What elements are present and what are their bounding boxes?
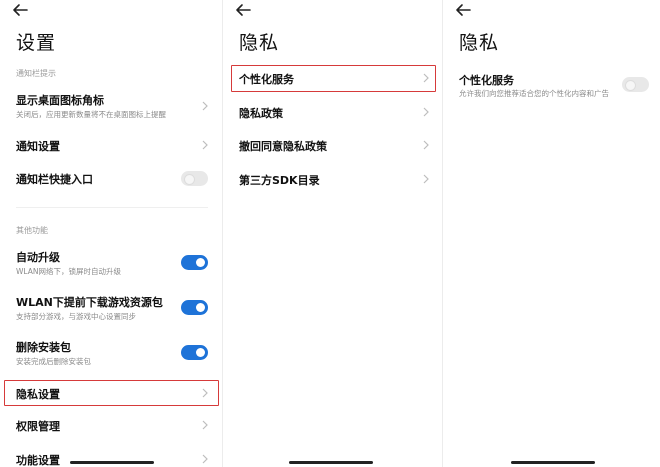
divider bbox=[16, 207, 208, 208]
settings-item-badge[interactable]: 显示桌面图标角标 关闭后，应用更新数量将不在桌面图标上提醒 bbox=[0, 92, 220, 122]
privacy-item-policy[interactable]: 隐私政策 bbox=[223, 104, 441, 120]
arrow-left-icon[interactable] bbox=[455, 3, 471, 17]
settings-item-privacy[interactable]: 隐私设置 bbox=[0, 385, 220, 401]
auto-update-toggle[interactable] bbox=[181, 255, 208, 270]
privacy-screen: 隐私 个性化服务 隐私政策 撤回同意隐私政策 第三方SDK目录 bbox=[222, 0, 441, 467]
item-subtitle: 支持部分游戏，与游戏中心设置同步 bbox=[16, 312, 136, 321]
privacy-item-revoke[interactable]: 撤回同意隐私政策 bbox=[223, 137, 441, 153]
chevron-right-icon bbox=[423, 174, 429, 184]
item-label: 通知栏快捷入口 bbox=[16, 173, 93, 186]
toggle-knob bbox=[625, 80, 636, 91]
chevron-right-icon bbox=[202, 388, 208, 398]
item-label: 通知设置 bbox=[16, 140, 60, 153]
home-indicator bbox=[70, 461, 154, 464]
toggle-knob bbox=[196, 348, 205, 357]
personalization-screen: 隐私 个性化服务 允许我们向您推荐适合您的个性化内容和广告 bbox=[442, 0, 660, 467]
settings-item-permissions[interactable]: 权限管理 bbox=[0, 417, 220, 433]
settings-item-predownload: WLAN下提前下载游戏资源包 支持部分游戏，与游戏中心设置同步 bbox=[0, 294, 220, 324]
section-header-notifications: 通知栏提示 bbox=[16, 69, 56, 78]
toggle-knob bbox=[196, 258, 205, 267]
arrow-left-icon[interactable] bbox=[12, 3, 28, 17]
chevron-right-icon bbox=[202, 140, 208, 150]
item-label: 功能设置 bbox=[16, 454, 60, 467]
personalization-item: 个性化服务 允许我们向您推荐适合您的个性化内容和广告 bbox=[443, 72, 660, 100]
home-indicator bbox=[289, 461, 373, 464]
delete-package-toggle[interactable] bbox=[181, 345, 208, 360]
settings-item-delete-package: 删除安装包 安装完成后删除安装包 bbox=[0, 339, 220, 369]
toggle-knob bbox=[196, 303, 205, 312]
item-subtitle: 安装完成后删除安装包 bbox=[16, 357, 91, 366]
chevron-right-icon bbox=[423, 73, 429, 83]
personalization-toggle[interactable] bbox=[622, 77, 649, 92]
item-label: 显示桌面图标角标 bbox=[16, 94, 104, 107]
toggle-knob bbox=[184, 174, 195, 185]
item-label: WLAN下提前下载游戏资源包 bbox=[16, 296, 163, 309]
item-subtitle: 关闭后，应用更新数量将不在桌面图标上提醒 bbox=[16, 110, 166, 119]
privacy-item-personalization[interactable]: 个性化服务 bbox=[223, 70, 441, 86]
item-subtitle: WLAN网络下，锁屏时自动升级 bbox=[16, 267, 122, 276]
shortcut-toggle[interactable] bbox=[181, 171, 208, 186]
privacy-item-sdk[interactable]: 第三方SDK目录 bbox=[223, 171, 441, 187]
page-title: 设置 bbox=[16, 32, 57, 54]
settings-item-shortcut: 通知栏快捷入口 bbox=[0, 170, 220, 186]
chevron-right-icon bbox=[423, 140, 429, 150]
chevron-right-icon bbox=[423, 107, 429, 117]
item-label: 隐私设置 bbox=[16, 388, 60, 401]
item-label: 权限管理 bbox=[16, 420, 60, 433]
screenshot-stage: 设置 通知栏提示 显示桌面图标角标 关闭后，应用更新数量将不在桌面图标上提醒 通… bbox=[0, 0, 660, 467]
settings-item-auto-update: 自动升级 WLAN网络下，锁屏时自动升级 bbox=[0, 249, 220, 279]
settings-item-notifications[interactable]: 通知设置 bbox=[0, 137, 220, 153]
item-label: 撤回同意隐私政策 bbox=[239, 140, 327, 153]
predownload-toggle[interactable] bbox=[181, 300, 208, 315]
arrow-left-icon[interactable] bbox=[235, 3, 251, 17]
item-label: 个性化服务 bbox=[239, 73, 294, 86]
page-title: 隐私 bbox=[459, 32, 500, 54]
item-label: 隐私政策 bbox=[239, 107, 283, 120]
item-label: 个性化服务 bbox=[459, 74, 514, 87]
item-label: 删除安装包 bbox=[16, 341, 71, 354]
chevron-right-icon bbox=[202, 454, 208, 464]
chevron-right-icon bbox=[202, 101, 208, 111]
settings-screen: 设置 通知栏提示 显示桌面图标角标 关闭后，应用更新数量将不在桌面图标上提醒 通… bbox=[0, 0, 220, 467]
item-label: 自动升级 bbox=[16, 251, 60, 264]
home-indicator bbox=[511, 461, 595, 464]
item-subtitle: 允许我们向您推荐适合您的个性化内容和广告 bbox=[459, 89, 609, 98]
section-header-other: 其他功能 bbox=[16, 226, 48, 235]
chevron-right-icon bbox=[202, 420, 208, 430]
page-title: 隐私 bbox=[239, 32, 280, 54]
item-label: 第三方SDK目录 bbox=[239, 174, 320, 187]
